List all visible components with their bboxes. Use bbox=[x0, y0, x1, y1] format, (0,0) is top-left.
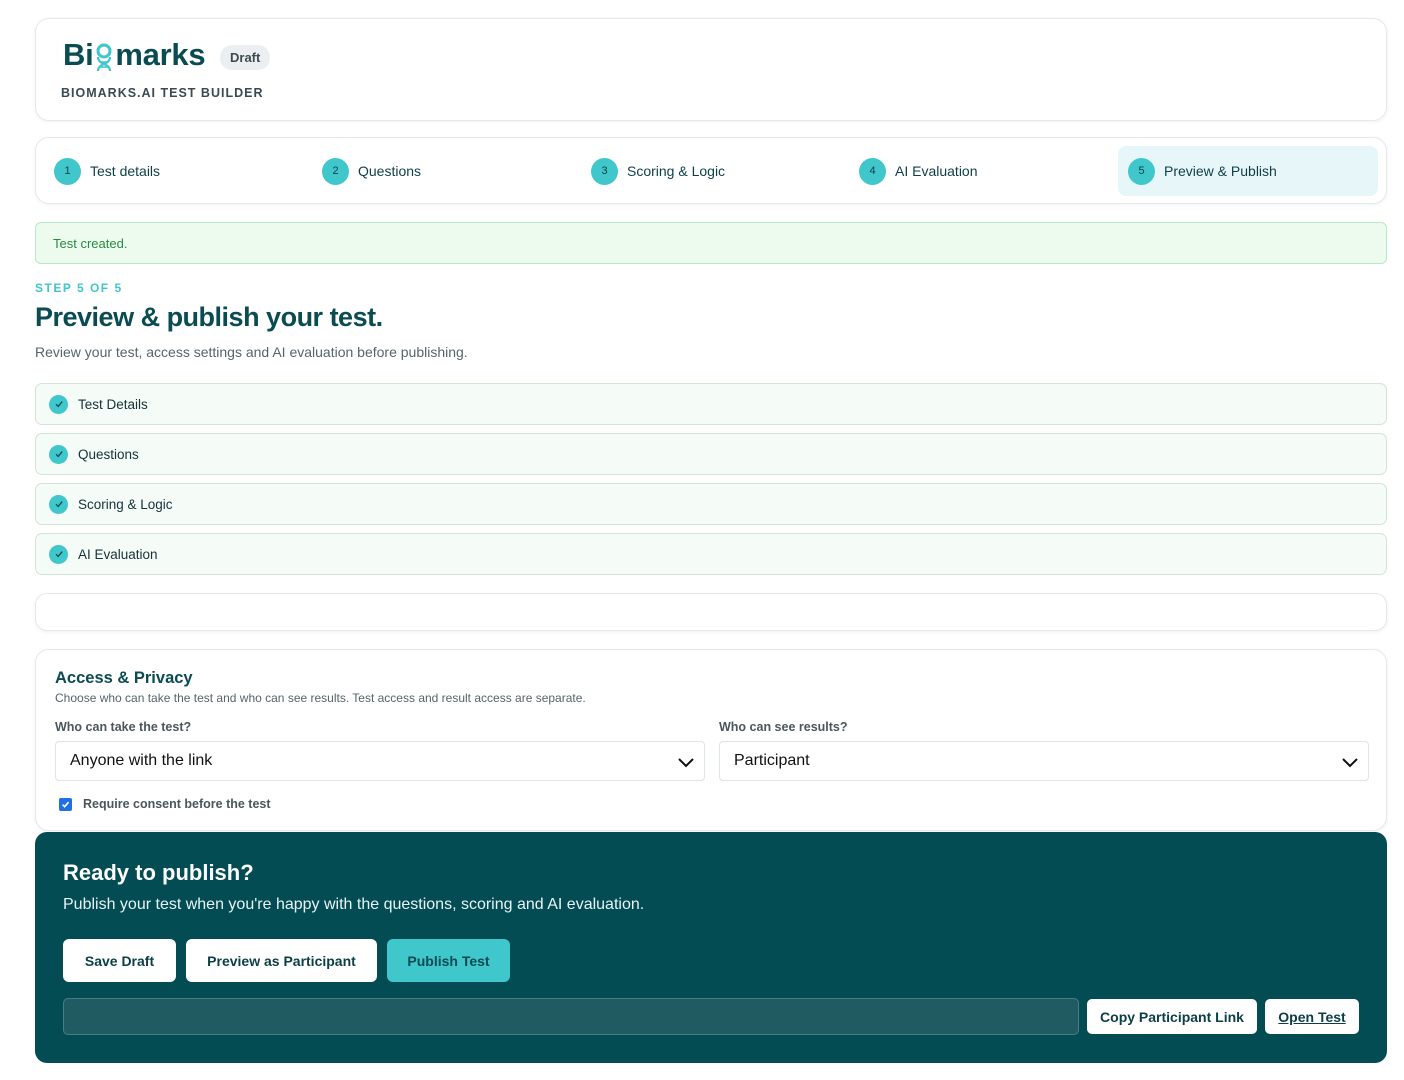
open-test-link[interactable]: Open Test bbox=[1265, 999, 1359, 1034]
step-label: Test details bbox=[90, 163, 161, 179]
step-number: 5 bbox=[1128, 157, 1155, 185]
see-results-select[interactable]: Participant bbox=[719, 741, 1369, 781]
publish-description: Publish your test when you're happy with… bbox=[63, 896, 645, 913]
check-icon bbox=[49, 544, 68, 564]
save-draft-button[interactable]: Save Draft bbox=[63, 939, 176, 982]
copy-link-label: Copy Participant Link bbox=[1100, 1008, 1244, 1025]
header-card: Bi marks Draft BIOMARKS.AI TEST BUILDER bbox=[35, 18, 1387, 121]
checklist-label: Test Details bbox=[78, 396, 148, 412]
step-preview-publish[interactable]: 5 Preview & Publish bbox=[1118, 146, 1378, 196]
participant-link-field[interactable] bbox=[63, 998, 1079, 1035]
checklist-label: Questions bbox=[78, 446, 139, 462]
take-test-label: Who can take the test? bbox=[55, 720, 192, 734]
preview-participant-button[interactable]: Preview as Participant bbox=[186, 939, 377, 982]
open-test-label: Open Test bbox=[1278, 1008, 1346, 1025]
app-subtitle: BIOMARKS.AI TEST BUILDER bbox=[61, 86, 264, 100]
page-title: Preview & publish your test. bbox=[35, 302, 383, 332]
publish-test-button[interactable]: Publish Test bbox=[387, 939, 510, 982]
section-description: Choose who can take the test and who can… bbox=[55, 691, 586, 705]
stepper: 1 Test details 2 Questions 3 Scoring & L… bbox=[35, 137, 1387, 204]
step-number: 2 bbox=[322, 157, 349, 185]
page-description: Review your test, access settings and AI… bbox=[35, 344, 468, 360]
consent-checkbox[interactable] bbox=[59, 797, 72, 811]
step-number: 3 bbox=[591, 157, 618, 185]
publish-panel: Ready to publish? Publish your test when… bbox=[35, 832, 1387, 1063]
take-test-select[interactable]: Anyone with the link bbox=[55, 741, 705, 781]
step-ai-evaluation[interactable]: 4 AI Evaluation bbox=[849, 146, 1107, 196]
check-icon bbox=[49, 444, 68, 464]
publish-title: Ready to publish? bbox=[63, 860, 254, 885]
step-label: AI Evaluation bbox=[895, 163, 978, 179]
checklist-item-ai-evaluation[interactable]: AI Evaluation bbox=[35, 533, 1387, 575]
step-questions[interactable]: 2 Questions bbox=[312, 146, 570, 196]
step-label: Preview & Publish bbox=[1164, 163, 1277, 179]
consent-label: Require consent before the test bbox=[83, 797, 271, 811]
see-results-value: Participant bbox=[734, 752, 810, 769]
copy-link-button[interactable]: Copy Participant Link bbox=[1087, 999, 1257, 1034]
check-icon bbox=[49, 394, 68, 414]
take-test-value: Anyone with the link bbox=[70, 752, 213, 769]
step-label: Questions bbox=[358, 163, 422, 179]
chevron-down-icon bbox=[1342, 758, 1358, 768]
chevron-down-icon bbox=[678, 758, 694, 768]
checklist-item-test-details[interactable]: Test Details bbox=[35, 383, 1387, 425]
logo: Bi marks bbox=[63, 37, 206, 72]
empty-panel bbox=[35, 593, 1387, 631]
step-test-details[interactable]: 1 Test details bbox=[44, 146, 302, 196]
section-title: Access & Privacy bbox=[55, 669, 193, 687]
step-number: 1 bbox=[54, 157, 81, 185]
check-icon bbox=[49, 494, 68, 514]
see-results-label: Who can see results? bbox=[719, 720, 848, 734]
checklist-label: Scoring & Logic bbox=[78, 496, 173, 512]
dna-icon bbox=[96, 43, 112, 72]
status-badge: Draft bbox=[220, 45, 271, 70]
step-indicator: STEP 5 OF 5 bbox=[35, 281, 123, 295]
consent-checkbox-row[interactable]: Require consent before the test bbox=[59, 797, 271, 811]
step-label: Scoring & Logic bbox=[627, 163, 726, 179]
checklist-item-scoring-logic[interactable]: Scoring & Logic bbox=[35, 483, 1387, 525]
success-alert: Test created. bbox=[35, 222, 1387, 264]
access-privacy-card: Access & Privacy Choose who can take the… bbox=[35, 649, 1387, 831]
step-scoring-logic[interactable]: 3 Scoring & Logic bbox=[581, 146, 839, 196]
checklist-item-questions[interactable]: Questions bbox=[35, 433, 1387, 475]
step-number: 4 bbox=[859, 157, 886, 185]
checklist-label: AI Evaluation bbox=[78, 546, 158, 562]
